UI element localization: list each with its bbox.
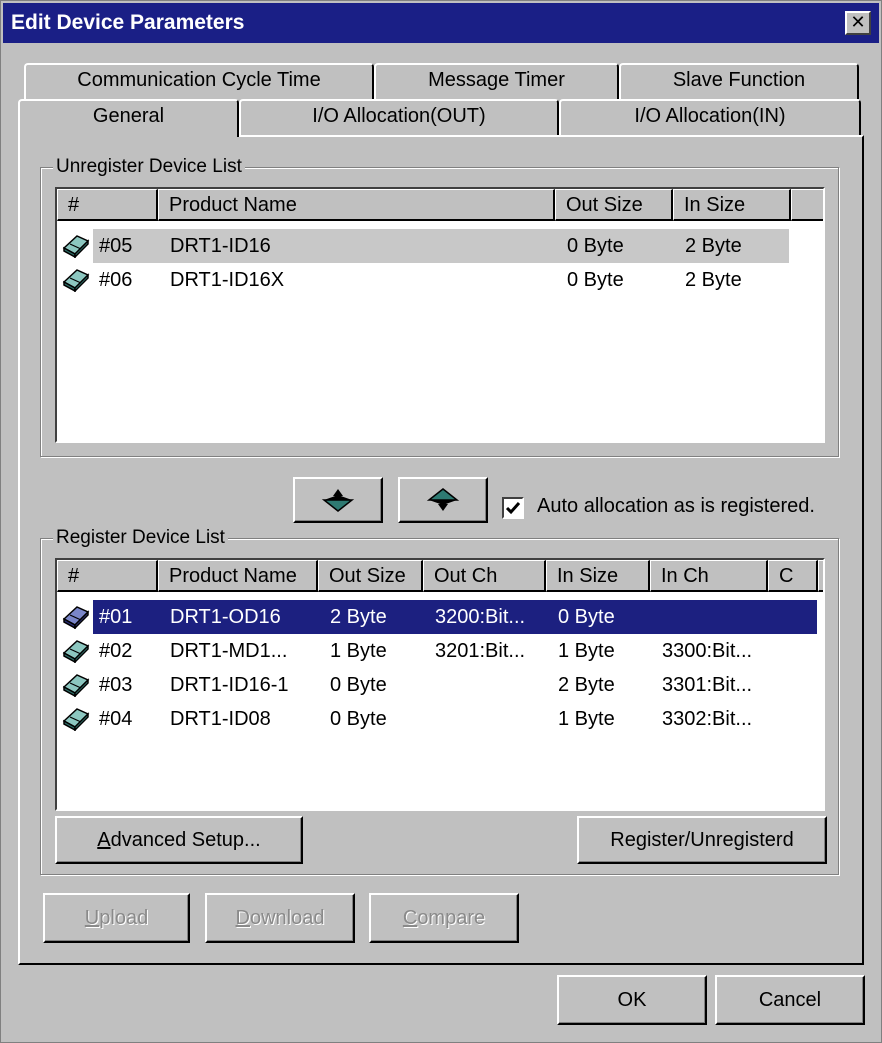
window-title: Edit Device Parameters: [11, 11, 245, 34]
compare-button[interactable]: Compare: [369, 893, 519, 943]
product-name: DRT1-ID16X: [170, 269, 285, 291]
in-size: 1 Byte: [558, 708, 615, 730]
column-header-in-size[interactable]: In Size: [673, 189, 791, 221]
tab-io-allocation-in[interactable]: I/O Allocation(IN): [559, 99, 861, 135]
product-name: DRT1-ID16-1: [170, 674, 289, 696]
tab-label: Message Timer: [428, 69, 565, 91]
ok-button[interactable]: OK: [557, 975, 707, 1025]
tab-label: I/O Allocation(OUT): [312, 105, 486, 127]
device-icon: [62, 235, 90, 258]
out-size: 1 Byte: [330, 640, 387, 662]
product-name: DRT1-ID16: [170, 235, 271, 257]
tab-label: I/O Allocation(IN): [634, 105, 786, 127]
column-header-number[interactable]: #: [57, 189, 158, 221]
device-number: #02: [99, 640, 133, 662]
auto-allocation-label[interactable]: Auto allocation as is registered.: [537, 495, 815, 518]
table-row[interactable]: #02 DRT1-MD1... 1 Byte 3201:Bit... 1 Byt…: [57, 634, 823, 668]
tab-label: General: [92, 105, 165, 127]
unregister-device-list[interactable]: # Product Name Out Size In Size #05 DRT1…: [55, 187, 825, 443]
cancel-button[interactable]: Cancel: [715, 975, 865, 1025]
in-channel: 3301:Bit...: [662, 674, 753, 696]
tab-general[interactable]: General: [18, 99, 239, 137]
column-header-filler: [791, 189, 823, 221]
product-name: DRT1-MD1...: [170, 640, 288, 662]
device-number: #03: [99, 674, 133, 696]
in-channel: 3302:Bit...: [662, 708, 753, 730]
device-icon: [62, 606, 90, 629]
checkmark-icon: [505, 502, 521, 515]
device-number: #05: [99, 235, 133, 257]
device-icon: [62, 269, 90, 292]
column-header-filler: [818, 560, 823, 592]
tab-label: Slave Function: [672, 69, 806, 91]
register-device-button[interactable]: [293, 477, 383, 523]
unregister-device-button[interactable]: [398, 477, 488, 523]
auto-allocation-checkbox[interactable]: [502, 497, 524, 519]
tab-message-timer[interactable]: Message Timer: [374, 63, 619, 99]
column-header-c[interactable]: C: [768, 560, 818, 592]
in-size: 0 Byte: [558, 606, 615, 628]
in-size: 2 Byte: [685, 269, 742, 291]
out-size: 2 Byte: [330, 606, 387, 628]
table-row[interactable]: #01 DRT1-OD16 2 Byte 3200:Bit... 0 Byte: [57, 600, 823, 634]
in-channel: 3300:Bit...: [662, 640, 753, 662]
out-channel: 3200:Bit...: [435, 606, 526, 628]
table-row[interactable]: #03 DRT1-ID16-1 0 Byte 2 Byte 3301:Bit..…: [57, 668, 823, 702]
download-button[interactable]: Download: [205, 893, 355, 943]
device-number: #06: [99, 269, 133, 291]
arrow-up-icon: [426, 488, 460, 511]
tab-label: Communication Cycle Time: [77, 69, 321, 91]
column-header-product-name[interactable]: Product Name: [158, 189, 555, 221]
column-header-out-size[interactable]: Out Size: [318, 560, 423, 592]
table-row[interactable]: #04 DRT1-ID08 0 Byte 1 Byte 3302:Bit...: [57, 702, 823, 736]
column-header-number[interactable]: #: [57, 560, 158, 592]
close-icon: ✕: [850, 12, 866, 32]
list-item[interactable]: #06 DRT1-ID16X 0 Byte 2 Byte: [57, 263, 823, 297]
device-number: #04: [99, 708, 133, 730]
register-unregister-button[interactable]: Register/Unregisterd: [577, 816, 827, 864]
close-button[interactable]: ✕: [845, 11, 871, 35]
column-header-in-ch[interactable]: In Ch: [650, 560, 768, 592]
device-icon: [62, 674, 90, 697]
device-icon: [62, 708, 90, 731]
device-icon: [62, 640, 90, 663]
unregister-device-list-label: Unregister Device List: [53, 156, 245, 178]
out-size: 0 Byte: [330, 708, 387, 730]
column-header-in-size[interactable]: In Size: [546, 560, 650, 592]
tab-communication-cycle-time[interactable]: Communication Cycle Time: [24, 63, 374, 99]
out-size: 0 Byte: [330, 674, 387, 696]
column-header-out-size[interactable]: Out Size: [555, 189, 673, 221]
tab-io-allocation-out[interactable]: I/O Allocation(OUT): [239, 99, 559, 135]
in-size: 1 Byte: [558, 640, 615, 662]
advanced-setup-button[interactable]: Advanced Setup...: [55, 816, 303, 864]
arrow-down-icon: [321, 489, 355, 512]
out-channel: 3201:Bit...: [435, 640, 526, 662]
title-bar[interactable]: Edit Device Parameters ✕: [3, 3, 879, 43]
column-header-product-name[interactable]: Product Name: [158, 560, 318, 592]
column-header-out-ch[interactable]: Out Ch: [423, 560, 546, 592]
upload-button[interactable]: Upload: [43, 893, 190, 943]
product-name: DRT1-OD16: [170, 606, 281, 628]
list-item[interactable]: #05 DRT1-ID16 0 Byte 2 Byte: [57, 229, 823, 263]
out-size: 0 Byte: [567, 235, 624, 257]
device-number: #01: [99, 606, 133, 628]
out-size: 0 Byte: [567, 269, 624, 291]
tab-slave-function[interactable]: Slave Function: [619, 63, 859, 99]
edit-device-parameters-dialog: Edit Device Parameters ✕ Communication C…: [0, 0, 882, 1043]
in-size: 2 Byte: [685, 235, 742, 257]
in-size: 2 Byte: [558, 674, 615, 696]
product-name: DRT1-ID08: [170, 708, 271, 730]
register-device-list[interactable]: # Product Name Out Size Out Ch In Size I…: [55, 558, 825, 811]
register-device-list-label: Register Device List: [53, 527, 228, 549]
